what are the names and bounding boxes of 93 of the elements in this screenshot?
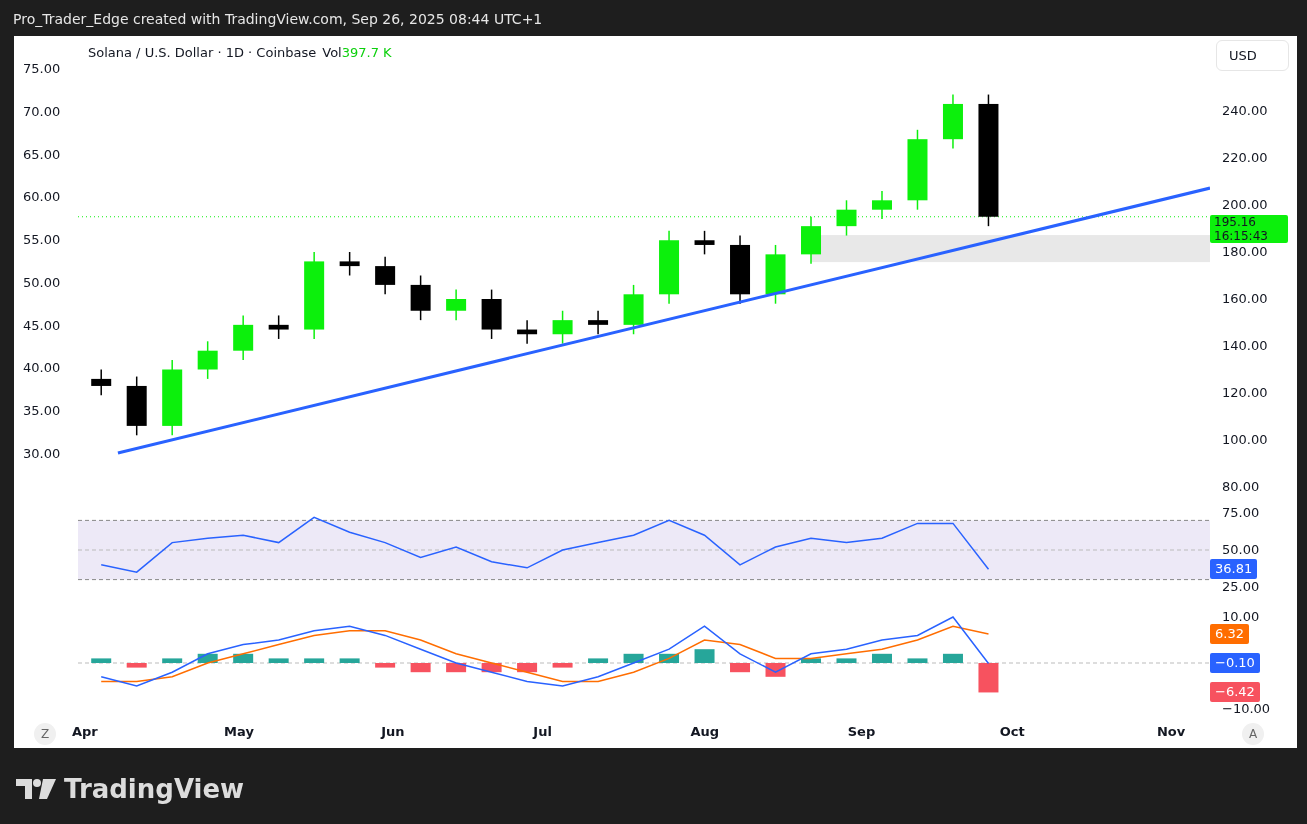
logo-icon: [16, 777, 56, 801]
candlestick: [233, 314, 254, 361]
currency-button[interactable]: USD: [1216, 40, 1289, 71]
price-axis-label: 100.00: [1222, 431, 1268, 449]
left-scale-label: 35.00: [23, 403, 61, 418]
histogram-bar: [446, 663, 467, 673]
macd-value-badge: −0.10: [1210, 653, 1260, 674]
left-scale-label: 50.00: [23, 274, 61, 290]
price-axis-label: 240.00: [1222, 102, 1268, 120]
month-label: May: [224, 724, 254, 739]
histogram-bar: [694, 649, 715, 663]
rsi-axis-label: 25.00: [1222, 578, 1260, 596]
candlestick: [410, 274, 431, 321]
histogram-bar: [659, 653, 680, 663]
histogram-bar: [481, 663, 502, 673]
histogram-bar: [801, 658, 821, 663]
month-label: Jun: [381, 724, 405, 739]
histogram-bar: [410, 663, 431, 673]
month-label: Aug: [690, 724, 720, 739]
price-axis-label: 180.00: [1222, 243, 1268, 261]
candlestick: [339, 251, 360, 277]
histogram-bar: [836, 658, 857, 663]
candlestick: [588, 310, 609, 335]
histogram-bar: [126, 663, 147, 668]
histogram-bar: [268, 658, 289, 663]
left-scale-label: 60.00: [23, 189, 61, 205]
candlestick: [481, 288, 502, 340]
price-axis-label: 80.00: [1222, 478, 1260, 496]
price-axis-label: 220.00: [1222, 149, 1268, 167]
histogram-bar: [91, 658, 112, 663]
macd-value-badge: 6.32: [1210, 624, 1249, 644]
candlestick: [268, 314, 289, 340]
month-label: Apr: [72, 724, 98, 739]
candlestick: [730, 234, 751, 305]
month-label: Oct: [999, 724, 1025, 739]
histogram-bar: [978, 663, 999, 693]
left-scale-label: 55.00: [23, 232, 61, 247]
histogram-bar: [517, 663, 538, 673]
rsi-axis-label: 50.00: [1222, 541, 1260, 559]
last-price: 195.16: [1214, 215, 1257, 229]
candlestick: [801, 216, 821, 265]
left-scale-label: 70.00: [23, 103, 61, 119]
histogram-bar: [304, 658, 325, 663]
candlestick: [765, 244, 786, 305]
candlestick: [552, 310, 573, 345]
price-axis-label: 120.00: [1222, 384, 1268, 402]
candlestick: [517, 319, 538, 345]
month-label: Sep: [847, 724, 876, 739]
candlestick: [872, 190, 892, 220]
candlestick: [446, 288, 467, 321]
histogram-bar: [942, 653, 963, 663]
price-axis-label: 200.00: [1222, 196, 1268, 214]
histogram-bar: [730, 663, 751, 673]
brand-name: TradingView: [64, 774, 245, 804]
left-scale-label: 40.00: [23, 360, 61, 376]
countdown-timer: 16:15:43: [1214, 229, 1269, 243]
candlestick: [694, 230, 715, 256]
macd-value-badge: −6.42: [1210, 682, 1260, 703]
candlestick: [126, 375, 147, 437]
month-label: Jul: [533, 724, 552, 739]
macd-axis-label: 10.00: [1222, 608, 1260, 626]
candlestick: [836, 199, 857, 237]
candlestick: [91, 368, 112, 397]
histogram-bar: [907, 658, 928, 663]
histogram-bar: [162, 658, 183, 663]
histogram-bar: [588, 658, 609, 663]
histogram-bar: [339, 658, 360, 663]
histogram-bar: [872, 653, 892, 663]
left-scale-label: 45.00: [23, 317, 61, 333]
histogram-bar: [552, 663, 573, 668]
rsi-value-badge: 36.81: [1210, 559, 1258, 580]
volume-value: 397.7 K: [341, 45, 392, 60]
price-axis-label: 160.00: [1222, 290, 1268, 308]
symbol-title: Solana / U.S. Dollar · 1D · Coinbase: [88, 45, 317, 60]
candlestick: [197, 340, 218, 380]
left-scale-label: 65.00: [23, 146, 61, 162]
macd-axis-label: −10.00: [1222, 700, 1271, 718]
candlestick: [623, 284, 644, 335]
volume-label: Vol: [322, 45, 342, 60]
price-axis-label: 140.00: [1222, 337, 1268, 355]
zoom-button[interactable]: Z: [34, 723, 56, 745]
histogram-bar: [197, 653, 218, 663]
candlestick: [942, 93, 963, 150]
month-label: Nov: [1156, 724, 1186, 739]
rsi-axis-label: 75.00: [1222, 504, 1260, 522]
histogram-bar: [233, 653, 254, 663]
histogram-bar: [375, 663, 396, 668]
candlestick: [375, 255, 396, 296]
attribution-text: Pro_Trader_Edge created with TradingView.com, Sep 26, 2025 08:44 UTC+1: [12, 10, 544, 29]
auto-scale-button[interactable]: A: [1242, 723, 1264, 745]
left-scale-label: 30.00: [23, 445, 61, 461]
histogram-bar: [623, 653, 644, 663]
left-scale-label: 75.00: [23, 61, 61, 76]
